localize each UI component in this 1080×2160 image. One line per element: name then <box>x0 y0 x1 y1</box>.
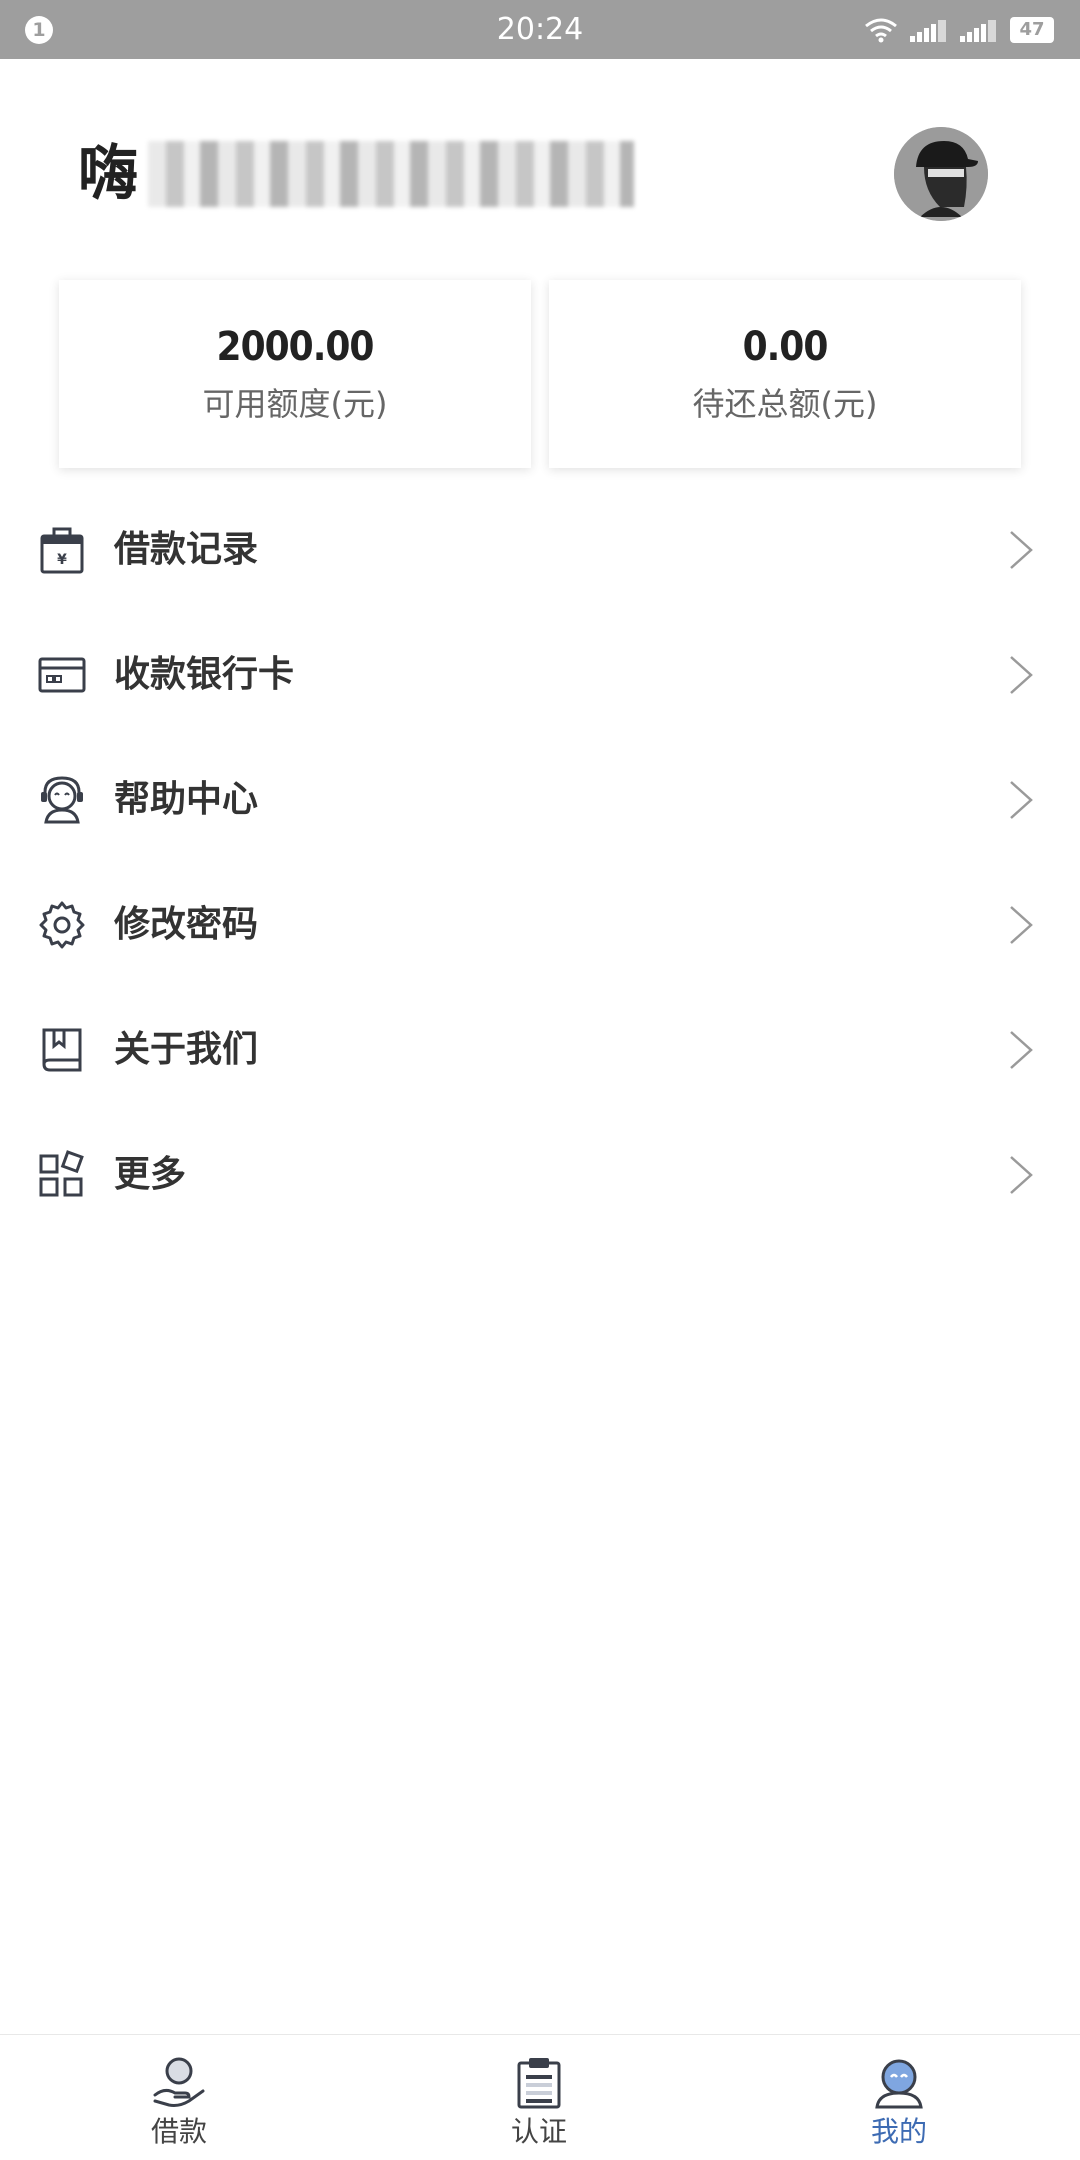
menu-label-bank-card: 收款银行卡 <box>114 653 295 695</box>
menu-item-change-password[interactable]: 修改密码 <box>0 862 1080 987</box>
menu-item-help-center[interactable]: 帮助中心 <box>0 737 1080 862</box>
menu-item-more[interactable]: 更多 <box>0 1112 1080 1237</box>
available-label: 可用额度(元) <box>202 385 388 423</box>
tab-label-verify: 认证 <box>510 2115 567 2148</box>
loan-record-icon: ¥ <box>40 527 84 573</box>
menu-label-change-password: 修改密码 <box>114 903 259 945</box>
tab-label-loan: 借款 <box>150 2115 207 2148</box>
signal-2-icon <box>960 20 996 42</box>
menu-item-loan-records[interactable]: ¥ 借款记录 <box>0 487 1080 612</box>
menu-label-about-us: 关于我们 <box>114 1028 259 1070</box>
apps-grid-icon <box>39 1149 84 1196</box>
chevron-right-icon <box>1010 1030 1033 1069</box>
signal-1-icon <box>910 20 946 42</box>
menu-item-about-us[interactable]: 关于我们 <box>0 987 1080 1112</box>
greeting: 嗨 <box>78 138 634 210</box>
tab-label-mine: 我的 <box>870 2115 927 2148</box>
pending-amount: 0.00 <box>742 324 829 370</box>
battery-icon: 47 <box>1010 17 1054 43</box>
chevron-right-icon <box>1010 780 1033 819</box>
status-bar: 1 20:24 47 <box>0 0 1080 59</box>
status-icons: 47 <box>864 14 1054 46</box>
greeting-text: 嗨 <box>78 139 138 209</box>
chevron-right-icon <box>1010 905 1033 944</box>
bank-card-icon <box>38 657 86 692</box>
svg-text:¥: ¥ <box>57 552 67 568</box>
chevron-right-icon <box>1010 655 1033 694</box>
customer-service-icon <box>41 775 83 823</box>
avatar[interactable] <box>894 127 988 221</box>
clipboard-icon <box>517 2058 561 2109</box>
available-amount: 2000.00 <box>216 324 375 370</box>
loan-hand-icon <box>153 2057 205 2107</box>
chevron-right-icon <box>1010 1155 1033 1194</box>
bottom-tab-bar: 借款 认证 我的 <box>0 2034 1080 2160</box>
profile-icon <box>875 2059 923 2109</box>
redacted-username <box>148 141 634 207</box>
menu-label-loan-records: 借款记录 <box>114 528 259 570</box>
menu-item-bank-card[interactable]: 收款银行卡 <box>0 612 1080 737</box>
menu-label-help-center: 帮助中心 <box>114 778 259 820</box>
gear-icon <box>39 901 85 948</box>
tab-verify[interactable]: 认证 <box>439 2035 639 2160</box>
tab-mine[interactable]: 我的 <box>799 2035 999 2160</box>
avatar-icon <box>894 127 988 221</box>
available-credit-card: 2000.00 可用额度(元) <box>59 280 531 468</box>
chevron-right-icon <box>1010 530 1033 569</box>
pending-repayment-card: 0.00 待还总额(元) <box>549 280 1021 468</box>
screen: 1 20:24 47 嗨 2000.00 可用额度(元) 0.00 待还总额(元… <box>0 0 1080 2160</box>
wifi-icon <box>865 18 897 43</box>
menu-label-more: 更多 <box>114 1153 187 1195</box>
book-icon <box>42 1028 82 1071</box>
menu-list: ¥ 借款记录 收款银行卡 帮助中心 修改密码 关于我们 更多 <box>0 487 1080 1237</box>
pending-label: 待还总额(元) <box>692 385 878 423</box>
tab-loan[interactable]: 借款 <box>79 2035 279 2160</box>
